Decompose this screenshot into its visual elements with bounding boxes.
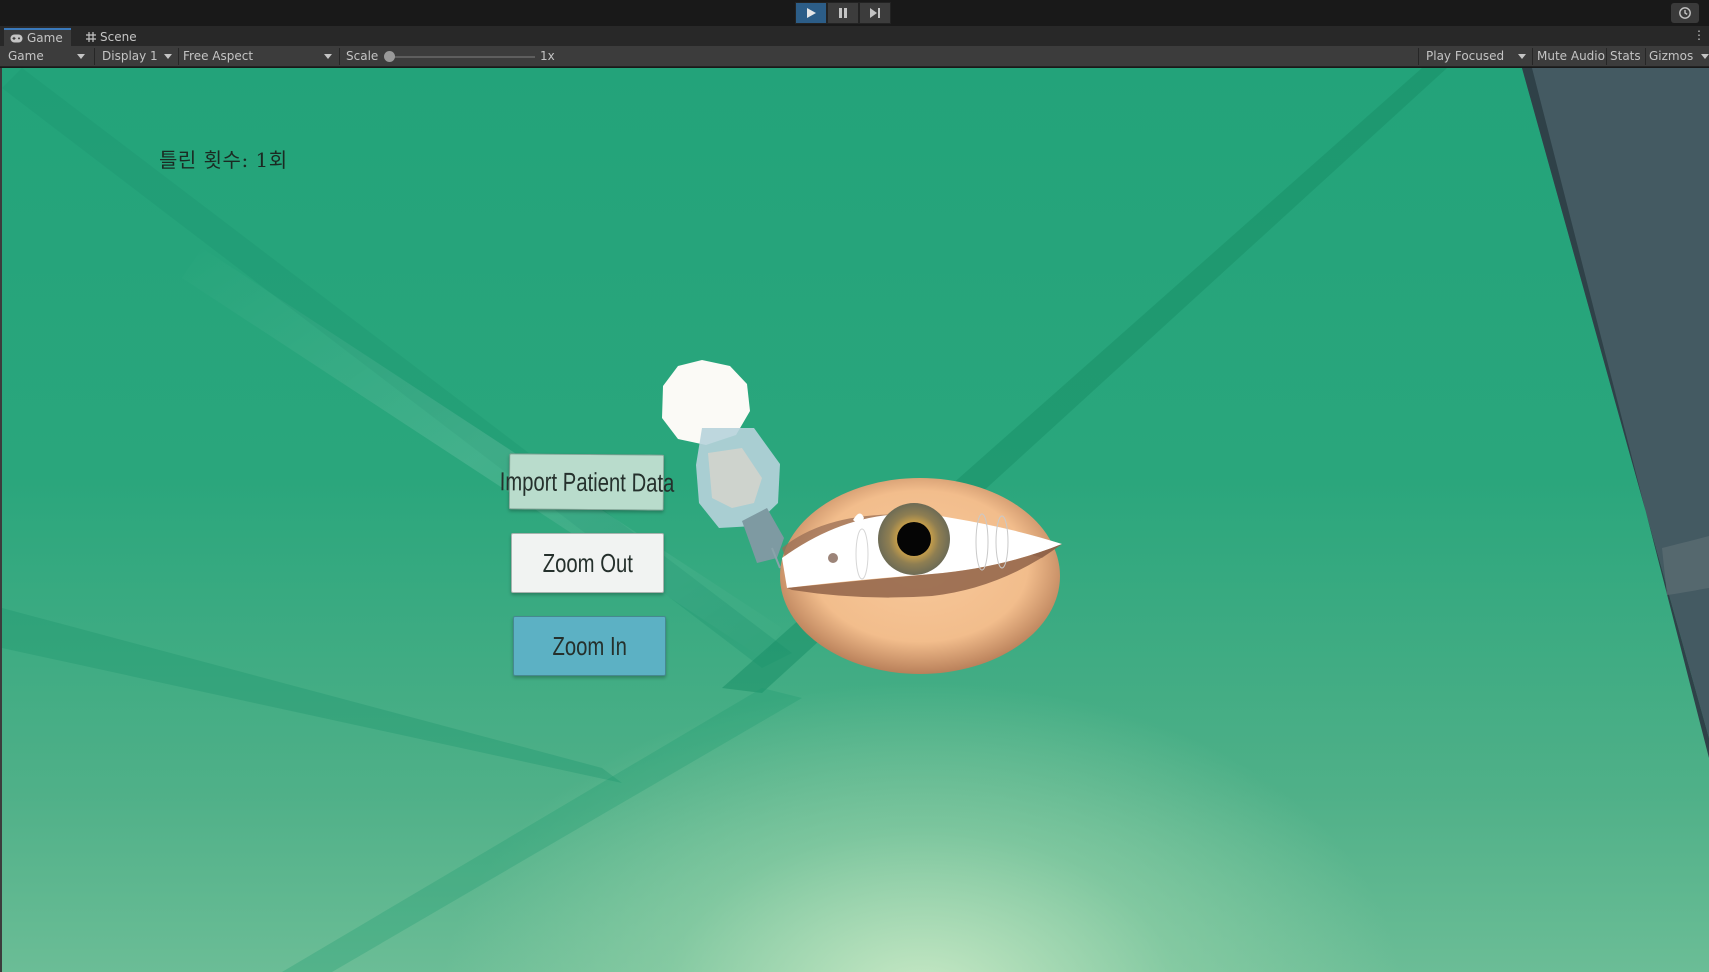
more-options-icon[interactable]: ⋮	[1693, 28, 1705, 42]
display-dropdown[interactable]: Display 1	[96, 47, 177, 66]
import-button-label: Import Patient Data	[499, 465, 674, 498]
mute-audio-toggle[interactable]: Mute Audio	[1537, 47, 1605, 66]
display-label: Display 1	[102, 49, 158, 63]
step-button[interactable]	[859, 2, 891, 24]
eye-model[interactable]	[780, 478, 1062, 674]
scale-label: Scale	[346, 49, 379, 63]
scene-render	[2, 68, 1709, 972]
syringe[interactable]	[662, 360, 784, 569]
stats-toggle[interactable]: Stats	[1610, 47, 1641, 66]
tab-game-label: Game	[27, 31, 63, 45]
playback-controls	[795, 2, 891, 24]
tab-scene-label: Scene	[100, 30, 137, 44]
pause-icon	[839, 8, 847, 18]
chevron-down-icon	[77, 54, 85, 59]
tab-scene[interactable]: Scene	[80, 28, 145, 46]
injection-target-marker	[828, 553, 838, 563]
zoom-in-label: Zoom In	[552, 630, 627, 661]
play-mode-label: Play Focused	[1426, 49, 1505, 63]
play-toolbar	[0, 0, 1709, 26]
step-icon	[870, 8, 880, 18]
scale-slider-handle[interactable]	[384, 51, 395, 62]
gizmos-chevron-down-icon[interactable]	[1701, 54, 1709, 59]
drape-highlight	[182, 248, 782, 658]
history-button[interactable]	[1671, 3, 1699, 23]
divider	[1532, 48, 1533, 65]
drape-fold	[282, 688, 802, 972]
gamepad-icon	[10, 34, 23, 42]
import-patient-data-button[interactable]: Import Patient Data	[499, 453, 674, 511]
aspect-label: Free Aspect	[183, 49, 254, 63]
divider	[1606, 48, 1607, 65]
tab-game[interactable]: Game	[4, 28, 71, 46]
zoom-in-button[interactable]: Zoom In	[513, 616, 666, 676]
scale-value: 1x	[540, 49, 555, 63]
pupil	[897, 522, 931, 556]
pause-button[interactable]	[827, 2, 859, 24]
game-view-toolbar: Game Display 1 Free Aspect Scale 1x Play…	[0, 46, 1709, 67]
divider	[1645, 48, 1646, 65]
chevron-down-icon	[324, 54, 332, 59]
view-mode-label: Game	[8, 49, 44, 63]
history-icon	[1679, 7, 1691, 19]
chevron-down-icon	[1518, 54, 1526, 59]
divider	[1418, 48, 1419, 65]
zoom-out-button[interactable]: Zoom Out	[511, 533, 664, 593]
view-mode-dropdown[interactable]: Game	[2, 47, 90, 66]
divider	[94, 48, 95, 65]
divider	[339, 48, 340, 65]
play-icon	[807, 8, 816, 18]
aspect-dropdown[interactable]: Free Aspect	[177, 47, 337, 66]
gizmos-toggle[interactable]: Gizmos	[1649, 47, 1693, 66]
game-view[interactable]: 틀린 횟수: 1회 Import Patient Data Zoom Out Z…	[2, 68, 1709, 972]
play-mode-dropdown[interactable]: Play Focused	[1420, 47, 1531, 66]
tab-bar: Game Scene ⋮	[0, 26, 1709, 46]
grid-icon	[86, 32, 96, 42]
zoom-out-label: Zoom Out	[542, 547, 633, 578]
chevron-down-icon	[164, 54, 172, 59]
error-count-label: 틀린 횟수: 1회	[159, 148, 288, 172]
scale-slider-track[interactable]	[388, 56, 535, 58]
play-button[interactable]	[795, 2, 827, 24]
